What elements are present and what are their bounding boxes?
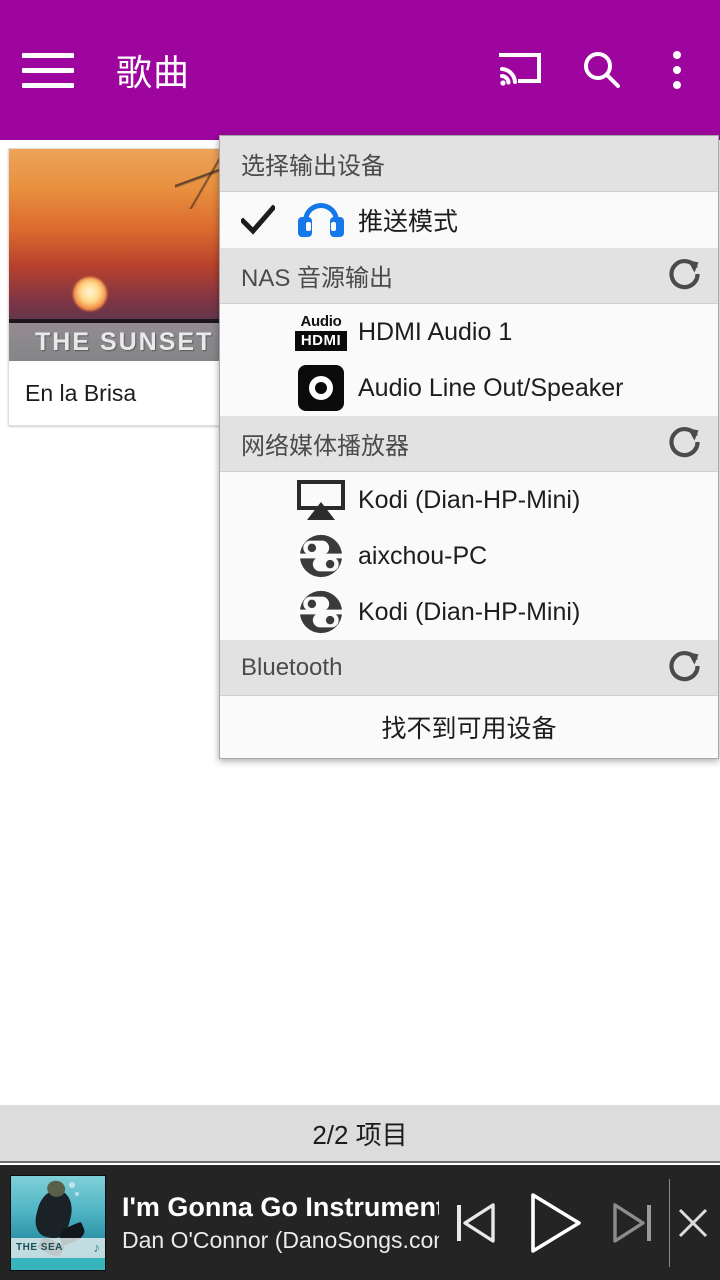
more-dots	[673, 51, 681, 89]
check-icon	[232, 205, 284, 235]
speaker-ring-icon-shape	[298, 365, 344, 411]
menu-item-label: 推送模式	[358, 208, 459, 236]
section-title: NAS 音源输出	[241, 265, 394, 292]
section-header-nas: NAS 音源输出	[220, 248, 718, 304]
item-count-label: 2/2 项目	[312, 1119, 408, 1150]
album-art: THE SUNSET	[9, 149, 221, 361]
menu-item-label: Audio Line Out/Speaker	[358, 373, 624, 402]
search-icon-svg	[584, 52, 620, 88]
search-icon[interactable]	[568, 25, 634, 115]
headphones-icon	[284, 203, 358, 237]
more-dot	[673, 81, 681, 89]
menu-item-kodi-airplay[interactable]: Kodi (Dian-HP-Mini)	[220, 472, 718, 528]
art-bubble	[75, 1191, 79, 1196]
album-art-banner: THE SUNSET	[9, 323, 221, 361]
dlna-icon	[284, 589, 358, 635]
skip-previous-icon-svg	[457, 1202, 495, 1243]
airplay-icon	[284, 480, 358, 520]
menu-item-label: HDMI Audio 1	[358, 317, 513, 346]
artwork-caption: THE SEA ♪	[11, 1237, 105, 1258]
hdmi-icon-box-text: HDMI	[294, 330, 348, 351]
album-art-banner-text: THE SUNSET	[35, 327, 214, 356]
section-title: 网络媒体播放器	[241, 433, 409, 460]
output-device-menu: 选择输出设备 推送模式 NAS 音源输出 Audio HDMI HDMI Aud…	[219, 135, 719, 759]
hdmi-audio-icon-shape: Audio HDMI	[291, 314, 351, 351]
headphones-earcup-right	[330, 217, 344, 237]
headphones-earcup-left	[298, 217, 312, 237]
dlna-icon-svg	[298, 534, 344, 578]
speaker-ring-icon	[284, 365, 358, 411]
more-dot	[673, 66, 681, 74]
song-card-grid: THE SUNSET En la Brisa	[8, 148, 222, 426]
menu-item-kodi-dlna[interactable]: Kodi (Dian-HP-Mini)	[220, 584, 718, 640]
menu-item-label: Kodi (Dian-HP-Mini)	[358, 485, 581, 514]
airplay-icon-shape	[297, 480, 345, 520]
play-icon[interactable]	[511, 1165, 597, 1280]
dlna-icon	[284, 533, 358, 579]
now-playing-artist: Dan O'Connor (DanoSongs.com)	[122, 1226, 439, 1253]
artwork-caption-text: THE SEA	[16, 1242, 63, 1253]
section-header-bluetooth: Bluetooth	[220, 640, 718, 696]
menu-item-hdmi-audio-1[interactable]: Audio HDMI HDMI Audio 1	[220, 304, 718, 360]
now-playing-title: I'm Gonna Go Instrumental	[122, 1191, 439, 1222]
output-menu-header: 选择输出设备	[220, 136, 718, 192]
skip-next-icon[interactable]	[597, 1165, 669, 1280]
menu-item-label: aixchou-PC	[358, 541, 488, 570]
refresh-icon-svg	[669, 426, 700, 458]
art-sun	[73, 277, 107, 311]
artwork-footer-strip	[11, 1257, 105, 1270]
item-count-bar: 2/2 项目	[0, 1105, 720, 1163]
hamburger-line	[22, 52, 74, 58]
more-vertical-icon[interactable]	[648, 25, 706, 115]
art-branch	[175, 149, 221, 209]
refresh-icon[interactable]	[668, 256, 702, 295]
now-playing-bar: THE SEA ♪ I'm Gonna Go Instrumental Dan …	[0, 1165, 720, 1280]
now-playing-meta: I'm Gonna Go Instrumental Dan O'Connor (…	[122, 1190, 439, 1256]
art-bubble	[69, 1181, 75, 1188]
hdmi-audio-icon: Audio HDMI	[284, 314, 358, 351]
output-menu-header-label: 选择输出设备	[241, 153, 385, 180]
check-icon-svg	[241, 205, 275, 235]
refresh-icon-svg	[669, 258, 700, 290]
song-card-title: En la Brisa	[9, 361, 221, 425]
app-screen: 歌曲 THE SUNSET En la Brisa 选择输出设备 推送模式 NA…	[0, 0, 720, 1280]
hamburger-line	[22, 82, 74, 88]
section-title: Bluetooth	[241, 653, 343, 681]
hamburger-menu-icon[interactable]	[22, 48, 78, 92]
section-header-network-players: 网络媒体播放器	[220, 416, 718, 472]
close-icon[interactable]	[670, 1165, 716, 1280]
page-title: 歌曲	[116, 52, 191, 93]
song-card[interactable]: THE SUNSET En la Brisa	[8, 148, 222, 426]
now-playing-artwork[interactable]: THE SEA ♪	[10, 1174, 106, 1271]
play-icon-svg	[531, 1192, 581, 1253]
app-bar-actions	[486, 0, 720, 140]
airplay-triangle	[307, 502, 335, 520]
refresh-icon[interactable]	[668, 648, 702, 687]
dlna-icon-svg	[298, 590, 344, 634]
more-dot	[673, 51, 681, 59]
bluetooth-empty-message: 找不到可用设备	[220, 696, 718, 758]
menu-item-label: Kodi (Dian-HP-Mini)	[358, 597, 581, 626]
close-icon-svg	[678, 1208, 708, 1237]
hdmi-icon-top-text: Audio	[300, 312, 342, 330]
player-controls	[439, 1165, 720, 1280]
app-bar: 歌曲	[0, 0, 720, 140]
menu-item-aixchou-pc[interactable]: aixchou-PC	[220, 528, 718, 584]
skip-previous-icon[interactable]	[439, 1165, 511, 1280]
hamburger-line	[22, 67, 74, 73]
refresh-icon[interactable]	[668, 424, 702, 463]
cast-icon[interactable]	[486, 25, 552, 115]
menu-item-push-mode[interactable]: 推送模式	[220, 192, 718, 248]
refresh-icon-svg	[669, 650, 700, 682]
music-note-icon: ♪	[93, 1240, 101, 1255]
skip-next-icon-svg	[613, 1202, 651, 1243]
menu-item-audio-line-out[interactable]: Audio Line Out/Speaker	[220, 360, 718, 416]
headphones-icon-shape	[298, 203, 344, 237]
cast-icon-svg	[499, 53, 541, 86]
